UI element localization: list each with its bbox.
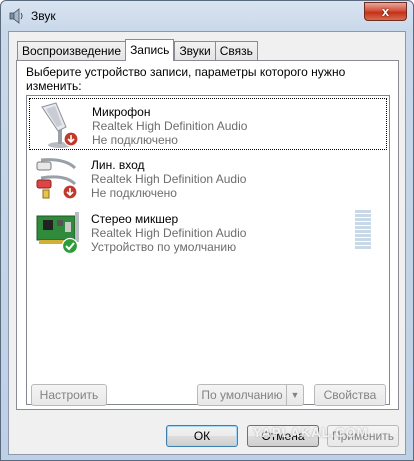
close-icon: x bbox=[381, 4, 390, 19]
close-button[interactable]: x bbox=[364, 2, 407, 21]
device-driver: Realtek High Definition Audio bbox=[92, 119, 248, 133]
configure-button[interactable]: Настроить bbox=[31, 384, 107, 406]
title-bar[interactable]: Звук x bbox=[1, 1, 413, 31]
device-driver: Realtek High Definition Audio bbox=[91, 172, 247, 186]
line-in-cable-icon bbox=[36, 158, 78, 200]
chevron-down-icon[interactable]: ▼ bbox=[286, 385, 303, 405]
window-title: Звук bbox=[31, 9, 56, 23]
device-status: Не подключено bbox=[92, 133, 178, 147]
properties-button[interactable]: Свойства bbox=[314, 384, 386, 406]
device-status: Не подключено bbox=[91, 186, 177, 200]
device-name: Микрофон bbox=[92, 105, 151, 119]
device-name: Стерео микшер bbox=[91, 212, 179, 226]
watermark-text: YAPLAKAL.COM bbox=[253, 425, 369, 440]
ok-button[interactable]: ОК bbox=[166, 425, 238, 447]
recording-device-list[interactable]: Микрофон Realtek High Definition Audio Н… bbox=[26, 95, 390, 405]
tab-sounds[interactable]: Звуки bbox=[174, 41, 215, 61]
speaker-icon bbox=[9, 8, 23, 24]
volume-level-meter bbox=[355, 210, 371, 250]
device-stereo-mix[interactable]: Стерео микшер Realtek High Definition Au… bbox=[29, 206, 387, 258]
tab-recording[interactable]: Запись bbox=[125, 39, 175, 61]
device-status: Устройство по умолчанию bbox=[91, 240, 237, 254]
sound-card-icon bbox=[36, 212, 79, 255]
tab-playback[interactable]: Воспроизведение bbox=[17, 41, 126, 61]
tab-strip: Воспроизведение Запись Звуки Связь bbox=[17, 39, 258, 61]
set-default-button[interactable]: По умолчанию ▼ bbox=[197, 384, 304, 406]
device-driver: Realtek High Definition Audio bbox=[91, 226, 247, 240]
device-line-in[interactable]: Лин. вход Realtek High Definition Audio … bbox=[29, 152, 387, 204]
device-microphone[interactable]: Микрофон Realtek High Definition Audio Н… bbox=[29, 98, 387, 150]
sound-dialog-window: Звук x Воспроизведение Запись Звуки Связ… bbox=[0, 0, 414, 461]
recording-tab-panel: Выберите устройство записи, параметры ко… bbox=[16, 60, 399, 410]
dialog-client-area: Воспроизведение Запись Звуки Связь Выбер… bbox=[8, 31, 406, 455]
device-name: Лин. вход bbox=[91, 158, 145, 172]
instruction-text: Выберите устройство записи, параметры ко… bbox=[26, 65, 346, 93]
default-check-icon bbox=[61, 237, 79, 255]
set-default-label: По умолчанию bbox=[201, 388, 283, 402]
tab-communications[interactable]: Связь bbox=[214, 41, 258, 61]
microphone-icon bbox=[41, 102, 79, 148]
